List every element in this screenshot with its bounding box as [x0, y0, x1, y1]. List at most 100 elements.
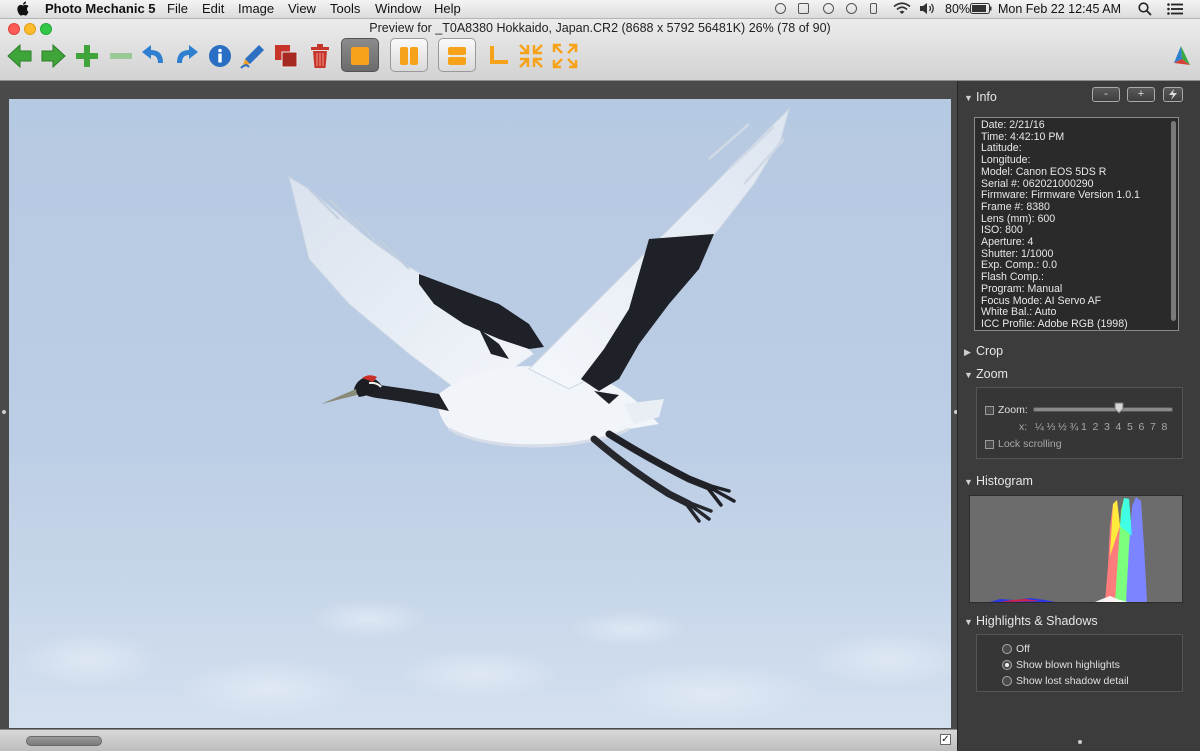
status-app-icon[interactable]: [775, 3, 786, 14]
metadata-line: Program: Manual: [981, 282, 1063, 295]
zoom-scale-tick: ½: [1058, 421, 1067, 433]
battery-icon[interactable]: [970, 3, 992, 14]
panel-bottom-handle[interactable]: [1078, 740, 1082, 744]
zoom-scale-tick: 6: [1138, 421, 1145, 433]
lock-scrolling-checkbox[interactable]: [985, 440, 994, 449]
status-5-icon[interactable]: [798, 3, 809, 14]
menu-tools[interactable]: Tools: [330, 1, 360, 17]
metadata-scrollbar[interactable]: [1171, 121, 1176, 321]
preview-image[interactable]: [9, 99, 951, 728]
zoom-scale-tick: ⅓: [1046, 421, 1056, 433]
menu-window[interactable]: Window: [375, 1, 421, 17]
wifi-icon[interactable]: [893, 2, 911, 15]
zoom-scale-tick: ¼: [1035, 421, 1044, 433]
filmstrip-scroll-handle[interactable]: [26, 736, 102, 746]
histogram: [969, 495, 1183, 603]
bluetooth-icon[interactable]: [870, 3, 877, 14]
rotate-left-icon[interactable]: [139, 41, 169, 71]
window-toolbar: Preview for _T0A8380 Hokkaido, Japan.CR2…: [0, 19, 1200, 81]
stacked-view-icon[interactable]: [442, 41, 472, 71]
zoom-box: Zoom: x: ¼⅓½¾12345678 Lock scrolling: [976, 387, 1183, 459]
lightning-icon: [1169, 89, 1177, 100]
disclosure-open-icon: ▼: [964, 617, 973, 627]
disclosure-closed-icon: ▶: [964, 347, 971, 357]
clock[interactable]: Mon Feb 22 12:45 AM: [998, 1, 1121, 17]
zoom-slider-track[interactable]: [1033, 407, 1173, 412]
metadata-line: Aperture: 4: [981, 236, 1034, 249]
copy-icon[interactable]: [271, 41, 301, 71]
info-section-header[interactable]: ▼ Info: [964, 89, 997, 106]
trash-icon[interactable]: [305, 41, 335, 71]
single-view-icon[interactable]: [345, 41, 375, 71]
menu-bar: Photo Mechanic 5 File Edit Image View To…: [0, 0, 1200, 19]
zoom-scale-tick: ¾: [1069, 421, 1079, 433]
spotlight-icon[interactable]: [1138, 2, 1152, 16]
zoom-checkbox[interactable]: [985, 406, 994, 415]
radio-show-lost-shadow-detail-label: Show lost shadow detail: [1016, 675, 1129, 687]
info-plus-button[interactable]: +: [1127, 87, 1155, 102]
add-icon[interactable]: [72, 41, 102, 71]
app-menu[interactable]: Photo Mechanic 5: [45, 1, 156, 17]
metadata-line: Frame #: 8380: [981, 200, 1050, 213]
bottom-bar: ✓: [0, 729, 957, 751]
preview-area: [0, 81, 958, 750]
highlights-section-header[interactable]: ▼ Highlights & Shadows: [964, 613, 1098, 630]
info-section-title: Info: [976, 90, 997, 104]
crop-section-title: Crop: [976, 344, 1004, 358]
radio-off[interactable]: [1002, 644, 1012, 654]
zoom-scale-tick: 8: [1161, 421, 1168, 433]
info-flash-button[interactable]: [1163, 87, 1183, 102]
zoom-scale-tick: 7: [1150, 421, 1156, 433]
volume-icon[interactable]: [919, 2, 936, 15]
radio-show-blown-highlights[interactable]: [1002, 660, 1012, 670]
metadata-list: Date: 2/21/16 Time: 4:42:10 PM Latitude:…: [981, 119, 1140, 330]
side-by-side-view-icon[interactable]: [394, 41, 424, 71]
edit-pen-icon[interactable]: [238, 41, 268, 71]
crane-photo: [19, 107, 951, 726]
disclosure-open-icon: ▼: [964, 93, 973, 103]
battery-percent: 80%: [945, 2, 971, 16]
back-arrow-icon[interactable]: [5, 41, 35, 71]
window-title: Preview for _T0A8380 Hokkaido, Japan.CR2…: [369, 21, 831, 35]
histogram-section-title: Histogram: [976, 474, 1033, 488]
histogram-section-header[interactable]: ▼ Histogram: [964, 473, 1033, 490]
zoom-out-icon[interactable]: [516, 41, 546, 71]
zoom-section-title: Zoom: [976, 367, 1008, 381]
left-splitter-handle[interactable]: [2, 410, 6, 414]
zoom-scale-tick: 5: [1127, 421, 1133, 433]
notification-center-icon[interactable]: [1167, 3, 1183, 15]
menu-edit[interactable]: Edit: [202, 1, 224, 17]
rotate-right-icon[interactable]: [171, 41, 201, 71]
zoom-section-header[interactable]: ▼ Zoom: [964, 366, 1008, 383]
menu-help[interactable]: Help: [434, 1, 461, 17]
bottom-checkbox[interactable]: ✓: [940, 734, 951, 745]
crop-section-header[interactable]: ▶ Crop: [964, 343, 1003, 360]
status-sync-icon[interactable]: [846, 3, 857, 14]
app-logo-icon[interactable]: [1166, 41, 1196, 71]
zoom-scale-tick: 2: [1092, 421, 1099, 433]
crop-icon[interactable]: [483, 41, 513, 71]
metadata-line: Date: 2/21/16: [981, 119, 1045, 131]
menu-file[interactable]: File: [167, 1, 188, 17]
status-cc-icon[interactable]: [823, 3, 834, 14]
info-icon[interactable]: [205, 41, 235, 71]
highlights-section-title: Highlights & Shadows: [976, 614, 1098, 628]
zoom-in-icon[interactable]: [550, 41, 580, 71]
apple-menu-icon[interactable]: [16, 1, 30, 16]
metadata-line: Model: Canon EOS 5DS R: [981, 165, 1107, 178]
disclosure-open-icon: ▼: [964, 477, 973, 487]
metadata-box[interactable]: Date: 2/21/16 Time: 4:42:10 PM Latitude:…: [974, 117, 1179, 331]
info-minus-button[interactable]: -: [1092, 87, 1120, 102]
info-panel: ▼ Info - + Date: 2/21/16 Time: 4:42:10 PM…: [957, 81, 1200, 750]
zoom-scale: ¼⅓½¾12345678: [1035, 421, 1173, 433]
histogram-graph: [990, 497, 1147, 602]
remove-icon[interactable]: [106, 41, 136, 71]
zoom-slider-thumb[interactable]: [1114, 402, 1124, 414]
menu-image[interactable]: Image: [238, 1, 274, 17]
zoom-label: Zoom:: [998, 404, 1028, 416]
radio-show-lost-shadow-detail[interactable]: [1002, 676, 1012, 686]
forward-arrow-icon[interactable]: [38, 41, 68, 71]
highlights-box: Off Show blown highlights Show lost shad…: [976, 634, 1183, 692]
menu-view[interactable]: View: [288, 1, 316, 17]
radio-show-blown-highlights-label: Show blown highlights: [1016, 659, 1120, 671]
